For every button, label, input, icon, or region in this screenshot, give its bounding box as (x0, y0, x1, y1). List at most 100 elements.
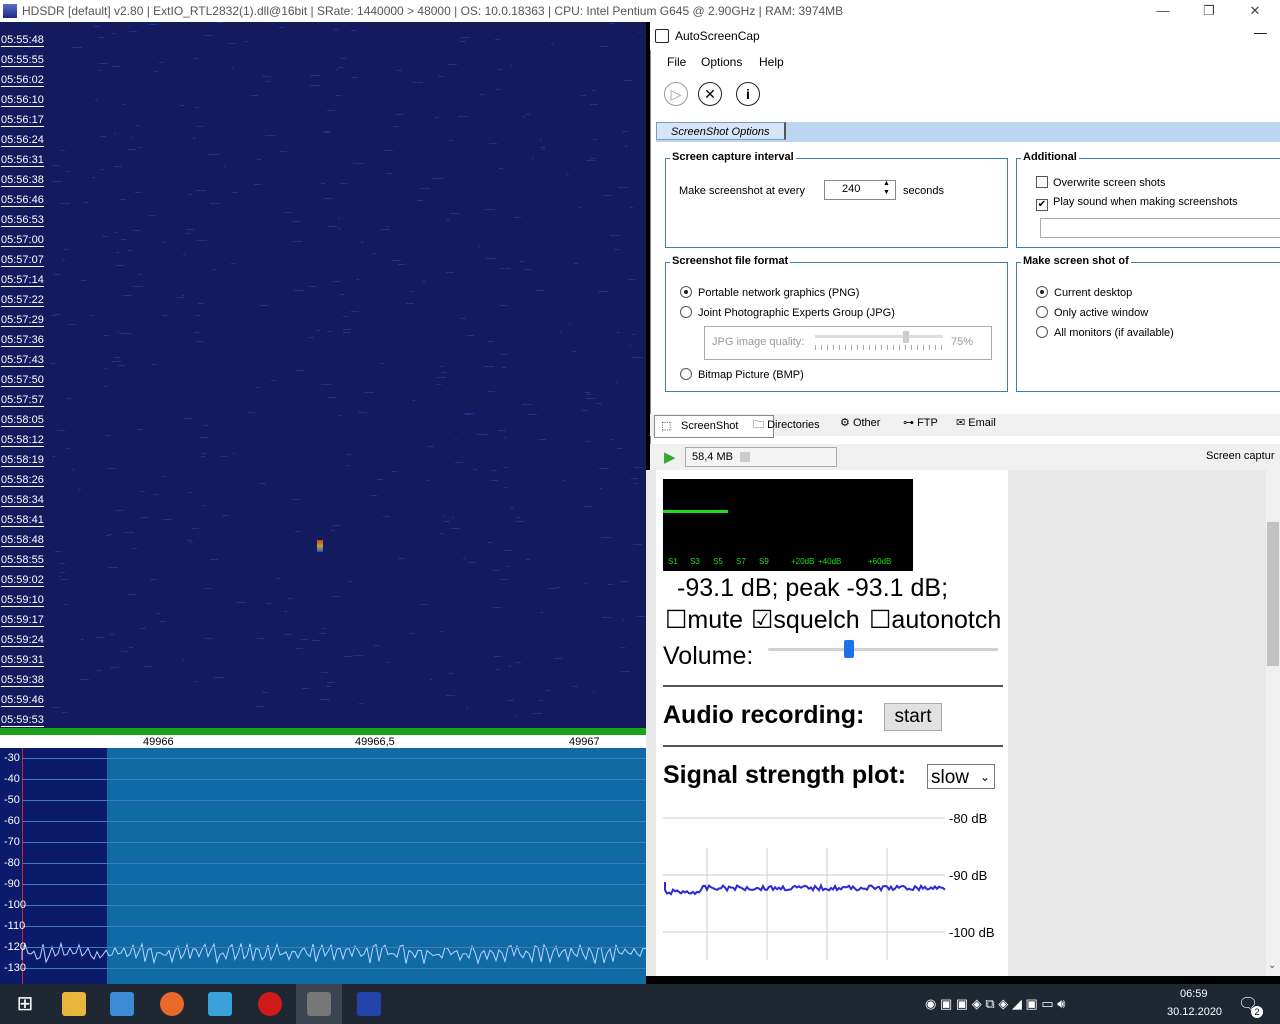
scroll-down-icon[interactable]: ⌄ (1268, 960, 1276, 971)
checkbox-icon[interactable]: ✔ (1036, 199, 1048, 211)
frequency-scale[interactable]: 49966 49966,5 49967 (0, 728, 646, 748)
run-icon[interactable]: ▶ (664, 448, 676, 466)
video-player-icon[interactable] (208, 992, 232, 1016)
waterfall-speck (447, 63, 457, 65)
waterfall-speck (372, 253, 376, 255)
tab-email[interactable]: ✉ Email (956, 416, 996, 429)
waterfall-speck (72, 46, 83, 48)
squelch-checkbox-icon[interactable]: ☑ (751, 606, 773, 634)
divider (663, 745, 1003, 747)
browser-scrollbar[interactable]: ⌄ (1266, 470, 1280, 976)
radio-icon[interactable] (1036, 286, 1048, 298)
s-meter-scale-label: S3 (690, 557, 700, 566)
waterfall-speck (265, 134, 275, 136)
menu-file[interactable]: File (667, 55, 686, 69)
radio-icon[interactable] (680, 368, 692, 380)
windows-start-icon[interactable]: ⊞ (13, 992, 37, 1016)
jpg-quality-thumb[interactable] (903, 331, 909, 343)
scrollbar-thumb[interactable] (1267, 522, 1279, 666)
firefox-icon[interactable] (160, 992, 184, 1016)
tab-ftp[interactable]: ⊶ FTP (903, 416, 938, 429)
volume-slider-thumb[interactable] (843, 640, 854, 658)
file-explorer-icon[interactable] (62, 992, 86, 1016)
radio-icon[interactable] (1036, 306, 1048, 318)
spectrum-display[interactable] (0, 748, 646, 984)
tab-other[interactable]: ⚙ Other (840, 416, 880, 429)
stop-icon[interactable]: ✕ (698, 82, 722, 106)
close-button[interactable]: ✕ (1232, 0, 1278, 22)
radio-icon[interactable] (680, 286, 692, 298)
grid-line (22, 842, 646, 843)
waterfall-speck (531, 157, 535, 159)
waterfall-speck (435, 117, 439, 119)
waterfall-speck (98, 69, 103, 71)
freq-label: 49967 (569, 736, 600, 748)
menu-options[interactable]: Options (701, 55, 742, 69)
clock-date[interactable]: 30.12.2020 (1167, 1006, 1222, 1018)
waterfall-speck (214, 676, 224, 678)
format-option-jpg[interactable]: Joint Photographic Experts Group (JPG) (680, 306, 895, 319)
hdsdr-taskbar-icon[interactable] (357, 992, 381, 1016)
waterfall-speck (140, 490, 146, 492)
target-option-active[interactable]: Only active window (1036, 306, 1148, 319)
time-label: 05:57:57 (1, 394, 44, 407)
play-sound-checkbox[interactable]: ✔ Play sound when making screenshots (1036, 196, 1238, 211)
status-text: Screen captur (1206, 450, 1275, 462)
store-icon[interactable] (110, 992, 134, 1016)
squelch-control[interactable]: ☑squelch (751, 605, 860, 635)
waterfall-speck (446, 272, 455, 274)
waterfall-speck (332, 280, 340, 282)
waterfall-speck (105, 434, 111, 436)
format-option-bmp[interactable]: Bitmap Picture (BMP) (680, 368, 804, 381)
info-icon[interactable]: i (736, 82, 760, 106)
autoscreencap-taskbar-icon[interactable] (307, 992, 331, 1016)
spin-down-icon[interactable]: ▼ (883, 189, 890, 196)
waterfall-speck (231, 68, 235, 70)
waterfall-speck (578, 207, 581, 209)
menu-help[interactable]: Help (759, 55, 784, 69)
plot-db-label: -80 dB (949, 811, 987, 826)
asc-minimize-button[interactable]: — (1254, 25, 1267, 40)
time-label: 05:59:17 (1, 614, 44, 627)
mute-control[interactable]: ☐mute (665, 605, 743, 635)
opera-icon[interactable] (258, 992, 282, 1016)
tab-directories[interactable]: 🗀 Directories (753, 416, 820, 435)
target-option-desktop[interactable]: Current desktop (1036, 286, 1132, 299)
waterfall-speck (352, 655, 363, 657)
audio-recording-label: Audio recording: (663, 701, 865, 729)
waterfall-speck (77, 489, 82, 491)
overwrite-checkbox[interactable]: Overwrite screen shots (1036, 176, 1165, 189)
waterfall-speck (90, 315, 94, 317)
restore-button[interactable]: ❐ (1186, 0, 1232, 22)
waterfall-speck (451, 527, 461, 529)
waterfall-speck (100, 169, 104, 171)
volume-slider[interactable] (768, 640, 998, 658)
radio-icon[interactable] (1036, 326, 1048, 338)
radio-icon[interactable] (680, 306, 692, 318)
format-label: Bitmap Picture (BMP) (698, 369, 804, 381)
tray-icons[interactable]: ◉ ▣ ▣ ◈ ⧉ ◈ ◢ ▣ ▭ 🔊︎ (925, 996, 1065, 1012)
clock-time[interactable]: 06:59 (1180, 988, 1208, 1000)
waterfall-speck (477, 433, 487, 435)
sound-file-input[interactable] (1040, 218, 1280, 238)
waterfall-speck (132, 548, 138, 550)
checkbox-icon[interactable] (1036, 176, 1048, 188)
db-label: -60 (4, 815, 20, 827)
autonotch-checkbox-icon[interactable]: ☐ (869, 606, 891, 634)
mute-checkbox-icon[interactable]: ☐ (665, 606, 687, 634)
play-icon[interactable]: ▷ (664, 82, 688, 106)
waterfall-speck (477, 245, 480, 247)
waterfall-speck (52, 706, 60, 708)
plot-speed-select[interactable]: slow ⌄ (927, 764, 995, 789)
autonotch-control[interactable]: ☐autonotch (869, 605, 1001, 635)
start-recording-button[interactable]: start (884, 703, 942, 731)
waterfall-speck (380, 363, 385, 365)
spin-up-icon[interactable]: ▲ (883, 180, 890, 187)
waterfall-display[interactable] (0, 22, 646, 728)
waterfall-speck (391, 471, 398, 473)
interval-spinner[interactable]: 240 ▲ ▼ (824, 180, 896, 200)
target-option-monitors[interactable]: All monitors (if available) (1036, 326, 1174, 339)
format-option-png[interactable]: Portable network graphics (PNG) (680, 286, 859, 299)
minimize-button[interactable]: — (1140, 0, 1186, 22)
jpg-quality-slider[interactable] (815, 335, 943, 338)
